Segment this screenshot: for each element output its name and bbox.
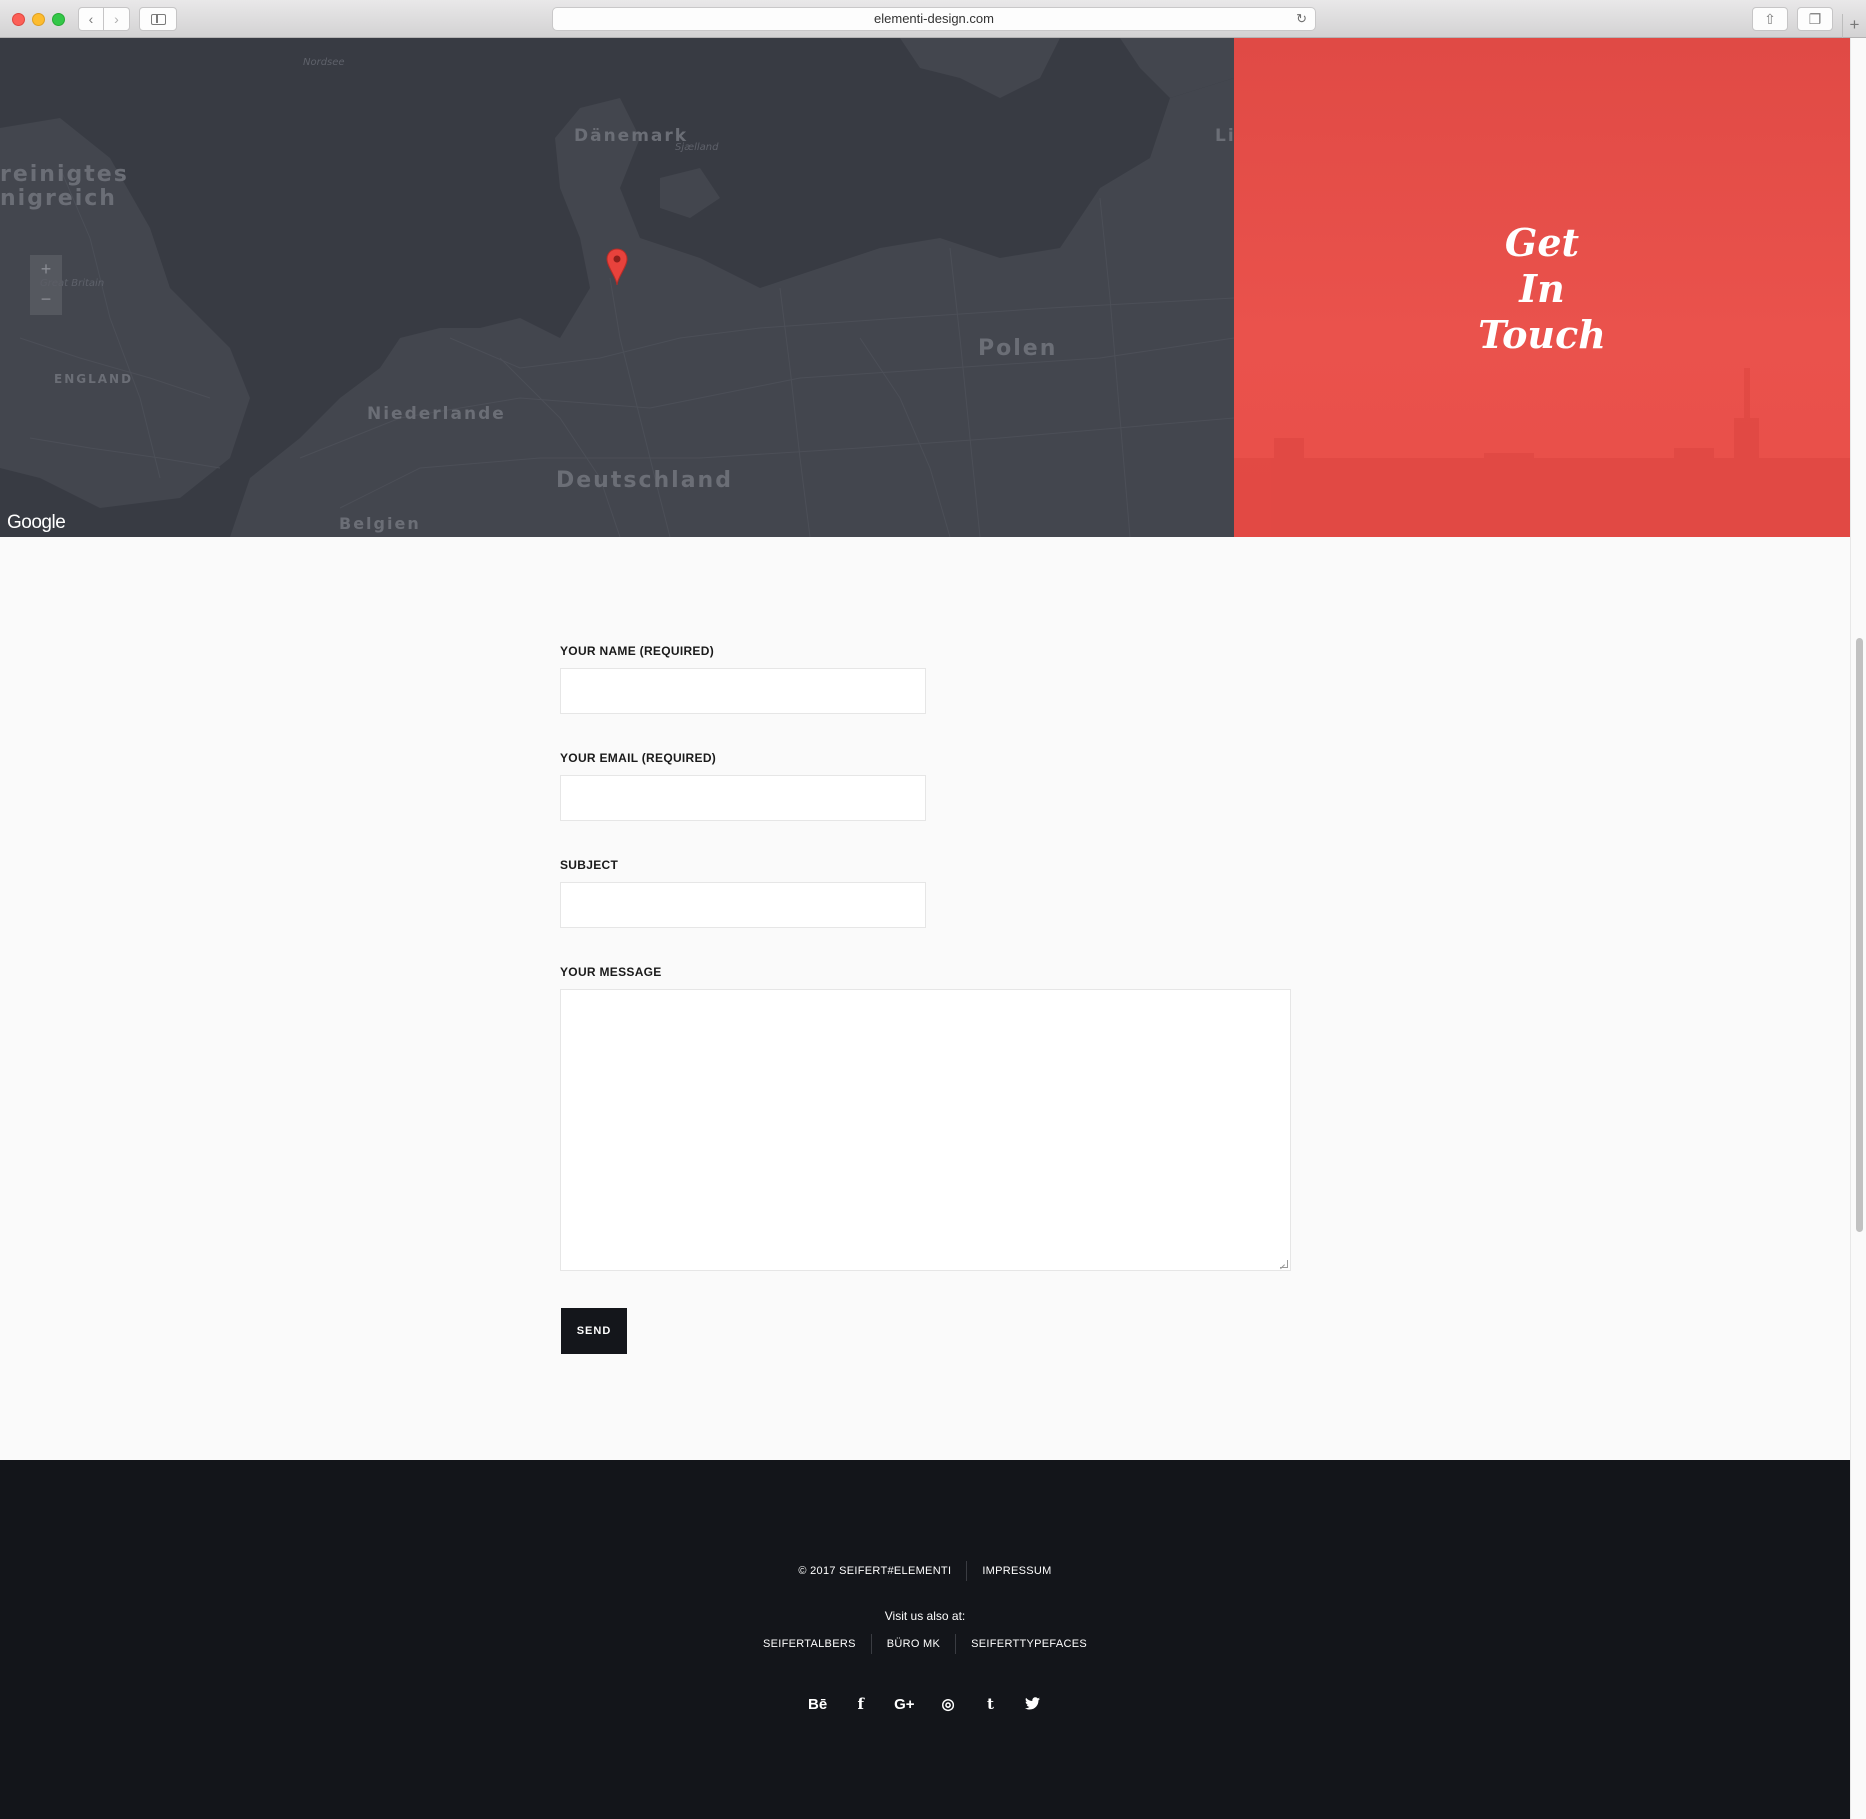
share-button[interactable]: ⇧	[1752, 7, 1788, 31]
get-in-touch-hero: Get In Touch	[1234, 38, 1850, 537]
minus-icon: −	[40, 289, 52, 309]
map-label-deutschland: Deutschland	[556, 468, 733, 493]
map-marker-icon[interactable]	[606, 248, 628, 286]
facebook-icon[interactable]: f	[852, 1694, 870, 1714]
tumblr-icon[interactable]: t	[981, 1694, 999, 1714]
sidebar-toggle-button[interactable]	[139, 7, 177, 31]
chevron-right-icon: ›	[114, 11, 119, 27]
minimize-window-button[interactable]	[32, 13, 45, 26]
close-window-button[interactable]	[12, 13, 25, 26]
tabs-icon: ❐	[1808, 11, 1822, 27]
visit-us-text: Visit us also at:	[884, 1609, 966, 1623]
contact-form: YOUR NAME (REQUIRED) YOUR EMAIL (REQUIRE…	[0, 537, 1850, 1460]
message-label: YOUR MESSAGE	[560, 965, 662, 979]
scrollbar-thumb[interactable]	[1856, 638, 1863, 1232]
tagline-line-in: In	[1519, 266, 1565, 311]
browser-toolbar: ‹ › elementi-design.com ↻ ⇧ ❐ +	[0, 0, 1866, 38]
email-field[interactable]	[560, 775, 926, 821]
sidebar-icon	[151, 14, 166, 25]
subject-label: SUBJECT	[560, 858, 619, 872]
instagram-icon[interactable]: ◎	[939, 1695, 957, 1715]
copyright-text: © 2017 SEIFERT#ELEMENTI	[798, 1565, 952, 1577]
map-label-li: Li	[1215, 126, 1234, 146]
name-label: YOUR NAME (REQUIRED)	[560, 644, 715, 658]
message-field[interactable]	[560, 989, 1291, 1271]
map-label-vereinigtes: reinigtes	[0, 162, 129, 187]
twitter-bird-shape	[1025, 1697, 1041, 1710]
google-plus-icon[interactable]: G+	[894, 1695, 914, 1715]
page-scrollbar[interactable]	[1850, 38, 1866, 1819]
footer-legal-row: © 2017 SEIFERT#ELEMENTI IMPRESSUM	[0, 1561, 1850, 1582]
map-label-koenigreich: nigreich	[0, 186, 117, 211]
back-button[interactable]: ‹	[78, 7, 104, 31]
google-logo[interactable]: Google	[7, 512, 66, 534]
subject-field[interactable]	[560, 882, 926, 928]
map-label-england: ENGLAND	[54, 372, 134, 386]
map-label-polen: Polen	[978, 336, 1058, 361]
twitter-icon[interactable]	[1024, 1695, 1042, 1715]
send-button[interactable]: SEND	[561, 1308, 627, 1354]
url-text: elementi-design.com	[874, 11, 994, 26]
maximize-window-button[interactable]	[52, 13, 65, 26]
name-field[interactable]	[560, 668, 926, 714]
map-label-daenemark: Dänemark	[574, 126, 689, 146]
share-icon: ⇧	[1764, 11, 1776, 27]
forward-button[interactable]: ›	[104, 7, 130, 31]
map-label-sjaelland: Sjælland	[675, 142, 719, 153]
get-in-touch-heading: Get In Touch	[1234, 220, 1850, 358]
email-label: YOUR EMAIL (REQUIRED)	[560, 751, 717, 765]
address-bar[interactable]: elementi-design.com ↻	[552, 7, 1316, 31]
map-landmass	[0, 38, 1234, 537]
social-links: Bē f G+ ◎ t	[0, 1694, 1850, 1715]
map-label-belgien: Belgien	[339, 514, 421, 533]
site-footer: © 2017 SEIFERT#ELEMENTI IMPRESSUM Visit u…	[0, 1460, 1850, 1819]
google-map[interactable]: Nordsee Dänemark Sjælland reinigtes nigr…	[0, 38, 1234, 537]
partner-link-seiferttypefaces[interactable]: SEIFERTTYPEFACES	[956, 1634, 1102, 1654]
tagline-line-get: Get	[1504, 220, 1580, 265]
new-tab-button[interactable]: +	[1842, 14, 1866, 38]
map-zoom-out-button[interactable]: −	[30, 285, 62, 315]
behance-icon[interactable]: Bē	[808, 1695, 827, 1715]
map-label-nordsee: Nordsee	[303, 57, 345, 68]
impressum-link[interactable]: IMPRESSUM	[967, 1561, 1066, 1581]
reload-icon[interactable]: ↻	[1296, 8, 1307, 30]
map-zoom-in-button[interactable]: +	[30, 255, 62, 285]
tagline-line-touch: Touch	[1478, 312, 1606, 357]
show-tabs-button[interactable]: ❐	[1797, 7, 1833, 31]
partner-link-seifertalbers[interactable]: SEIFERTALBERS	[748, 1634, 871, 1654]
chevron-left-icon: ‹	[88, 11, 94, 27]
resize-handle-icon[interactable]	[1280, 1260, 1288, 1268]
partner-link-buero-mk[interactable]: BÜRO MK	[872, 1634, 955, 1654]
partner-links-row: SEIFERTALBERS BÜRO MK SEIFERTTYPEFACES	[0, 1634, 1850, 1655]
plus-icon: +	[1849, 15, 1860, 34]
plus-icon: +	[40, 259, 52, 279]
map-label-niederlande: Niederlande	[367, 404, 506, 424]
